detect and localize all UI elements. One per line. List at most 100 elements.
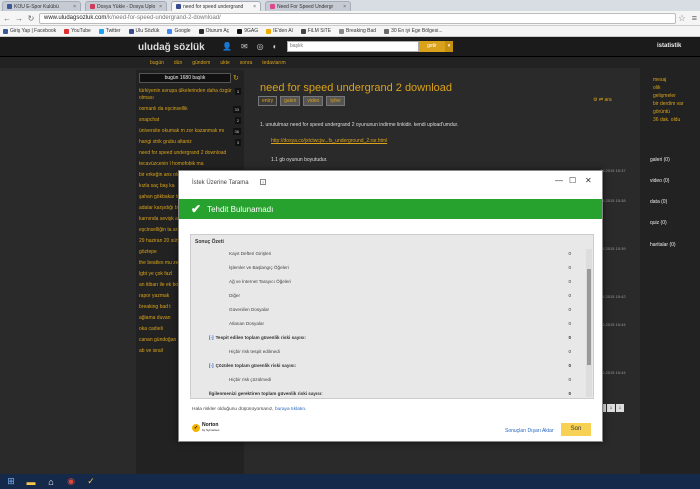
messages-icon[interactable]: ✉ [241,42,248,51]
nav-gundem[interactable]: gündem [192,60,210,66]
section-galeri[interactable]: galeri (0) [650,157,670,163]
browser-tab[interactable]: Need For Speed Undergr × [265,1,351,11]
right-link[interactable]: olik [640,84,700,92]
chrome-icon[interactable]: ◉ [64,476,78,488]
nav-tedavi[interactable]: tedaviarım [262,60,285,66]
summary-row: Diğer 0 [191,289,581,302]
close-icon[interactable]: × [343,4,346,10]
summary-label: Kayıt Defteri Girişleri [229,251,272,256]
close-icon[interactable]: × [159,4,162,10]
chevron-down-icon[interactable]: ▾ [445,41,453,52]
tab-tyller[interactable]: tyller [326,96,345,106]
browser-tab[interactable]: KOU E-Spor Kulübü × [2,1,81,11]
bookmark-item[interactable]: Google [167,28,191,34]
scrollbar-thumb[interactable] [587,269,591,365]
section-data[interactable]: data (0) [650,199,667,205]
nav-sonra[interactable]: sonra [240,60,253,66]
summary-row: Hiçbir risk tespit edilmedi 0 [191,345,581,358]
bookmark-item[interactable]: 30 En iyi Ege Bölgesi... [384,28,442,34]
globe-icon[interactable]: ◎ [257,42,264,51]
stats-link[interactable]: istatistik [657,43,681,49]
page-button[interactable]: 1 [616,404,624,412]
bookmark-item[interactable]: Breaking Bad [339,28,376,34]
today-count[interactable]: bugün 1680 başlık [139,73,231,83]
right-link[interactable]: bir derdim var [640,100,700,108]
home-icon[interactable]: ⌂ [44,476,58,488]
browser-tab[interactable]: Dosya Yükle - Dosya Uplo × [85,1,167,11]
gear-icon[interactable]: ⚙ [593,97,597,103]
right-link[interactable]: 36 dak. oldu [640,116,700,124]
summary-row: Güvenilen Dosyalar 0 [191,303,581,316]
nav-bugun[interactable]: bugün [150,60,164,66]
maximize-icon[interactable]: ☐ [569,176,576,185]
signin-icon [198,28,204,34]
reload-icon[interactable]: ↻ [27,14,35,23]
search-button[interactable]: getir [419,41,445,52]
bookmark-item[interactable]: IE'den Al [266,28,293,34]
minimize-icon[interactable]: — [555,176,563,185]
collapse-icon[interactable]: [-] [209,363,214,368]
close-icon[interactable]: × [253,4,256,10]
right-link[interactable]: mesaj [640,76,700,84]
bookmark-item[interactable]: Twitter [98,28,121,34]
browser-tab-active[interactable]: need for speed undergrand × [171,1,261,11]
url-field[interactable]: www.uludagsozluk.com/k/need-for-speed-un… [39,12,676,24]
menu-icon[interactable]: ≡ [692,13,697,23]
click-here-link[interactable]: buraya tıklatın [275,407,305,412]
tab-entry[interactable]: entry [258,96,278,106]
section-quiz[interactable]: quiz (0) [650,220,667,226]
start-icon[interactable]: ⊞ [4,476,18,488]
topic-item[interactable]: need for speed undergrand 2 download [136,148,244,159]
page-button[interactable]: 1 [607,404,615,412]
right-link[interactable]: görüntü [640,108,700,116]
bookmark-item[interactable]: FiLM SiTE [300,28,331,34]
finish-button[interactable]: Son [561,423,591,436]
topic-title: göztepe [139,249,157,255]
bookmark-star-icon[interactable]: ☆ [678,13,686,24]
back-icon[interactable]: ← [3,14,11,23]
tab-video[interactable]: video [303,96,324,106]
section-video[interactable]: video (0) [650,178,669,184]
topic-count: 3 [234,139,241,146]
export-results-link[interactable]: Sonuçları Dışarı Aktar [505,428,554,434]
section-haritalar[interactable]: haritalar (0) [650,242,676,248]
norton-taskbar-icon[interactable]: ✓ [84,476,98,488]
bookmark-item[interactable]: Ulu Sözlük [128,28,159,34]
bookmark-item[interactable]: YouTube [64,28,91,34]
theme-icon[interactable]: ◐ [273,42,278,51]
close-icon[interactable]: ✕ [585,176,592,185]
help-icon[interactable]: ? [260,179,266,185]
forward-icon[interactable]: → [15,14,23,23]
right-link[interactable]: gelişmeler [640,92,700,100]
nav-dun[interactable]: dün [174,60,182,66]
topic-item[interactable]: üniversite okumak m zor kazanmak mı 36 [136,126,244,137]
google-icon [167,28,173,34]
bookmark-item[interactable]: Giriş Yap | Facebook [3,28,56,34]
share-icon[interactable]: ⇄ [599,97,603,103]
page-title[interactable]: need for speed undergrand 2 download [260,82,452,94]
site-logo[interactable]: uludağ sözlük [138,42,205,53]
entry-link[interactable]: http://dosya.co/jxtctwcjw...fs_undergrou… [271,138,387,144]
topic-item[interactable]: tecavüzcenin l homofobik ma [136,159,244,170]
site-header: uludağ sözlük 👤 ✉ ◎ ◐ başlık getir ▾ ist… [0,37,700,57]
bookmark-item[interactable]: Oturum Aç [198,28,229,34]
folder-icon [266,28,272,34]
topic-item[interactable]: hangi strik grubu altaniz 3 [136,137,244,148]
tab-galeri[interactable]: galeri [280,96,301,106]
topic-title: üniversite okumak m zor kazanmak mı [139,128,225,134]
user-icon[interactable]: 👤 [222,42,232,51]
summary-value: 0 [568,265,571,270]
refresh-icon[interactable]: ↻ [233,74,239,82]
search-input[interactable]: başlık [287,41,419,52]
topic-item[interactable]: snapchat 2 [136,115,244,126]
topic-item[interactable]: türkiyenin avrupa ülkelerinden daha özgü… [136,86,244,104]
bookmark-item[interactable]: 9GAG [237,28,258,34]
topic-item[interactable]: osmanlı da eşcinsellik 33 [136,104,244,115]
topic-title: kızla saç baş ka [139,183,175,189]
collapse-icon[interactable]: [-] [209,335,214,340]
close-icon[interactable]: × [73,4,76,10]
topic-tools[interactable]: ⚙ ⇄ ara [593,97,612,103]
nav-ukte[interactable]: ukte [220,60,229,66]
film-icon [300,28,306,34]
file-explorer-icon[interactable]: ▬ [24,476,38,488]
